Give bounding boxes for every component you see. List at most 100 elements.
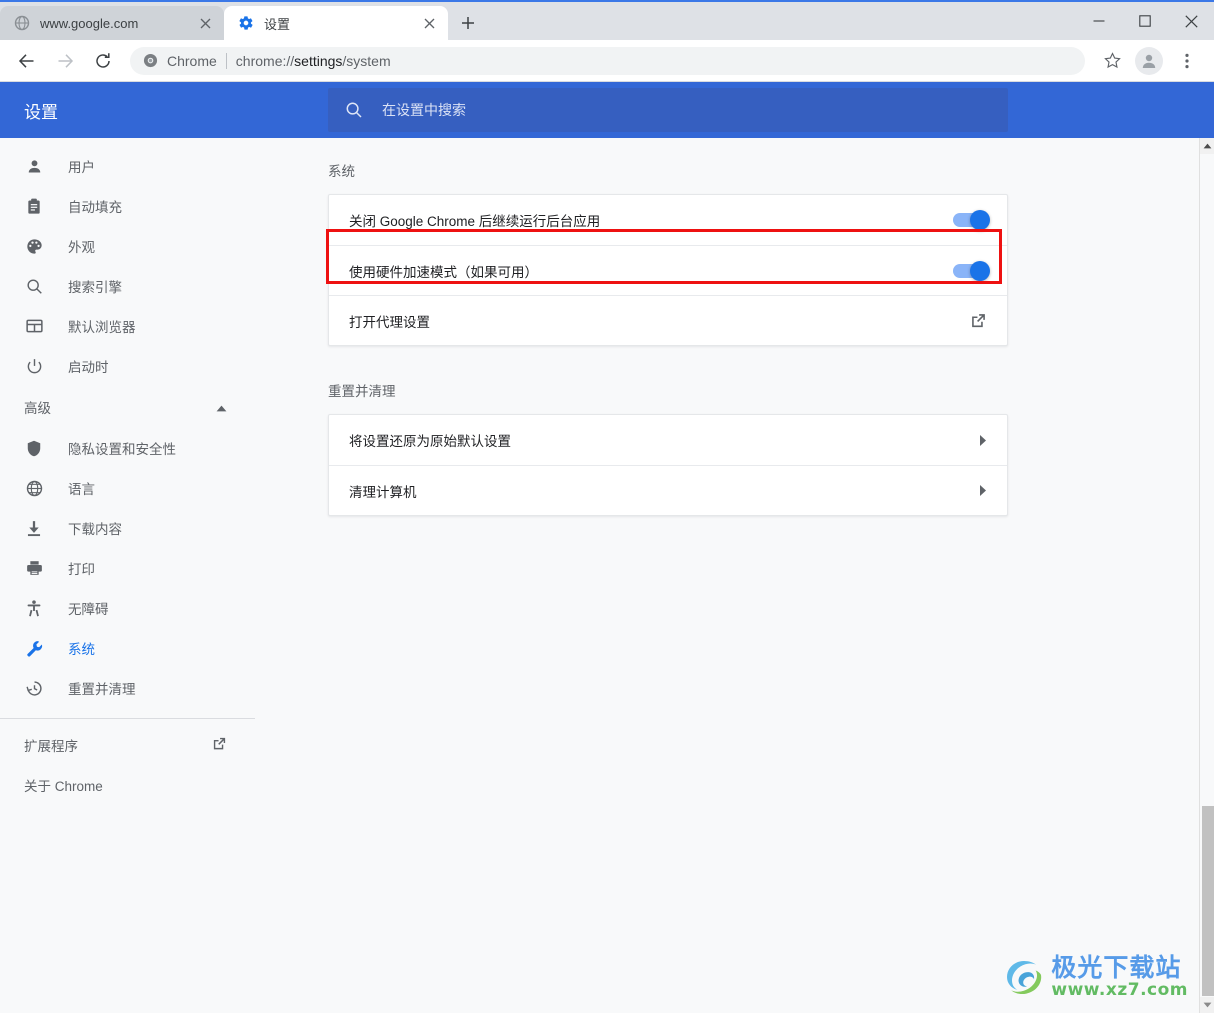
reset-cleanup-card: 将设置还原为原始默认设置 清理计算机 [328, 414, 1008, 516]
row-label: 打开代理设置 [349, 314, 430, 330]
chevron-up-icon [216, 400, 227, 415]
globe-icon [14, 15, 30, 31]
scroll-up-arrow-icon[interactable] [1200, 138, 1214, 154]
sidebar-item-reset-cleanup[interactable]: 重置并清理 [0, 668, 255, 708]
sidebar-item-label: 关于 Chrome [24, 779, 103, 794]
security-label: Chrome [167, 52, 217, 69]
sidebar-item-search-engine[interactable]: 搜索引擎 [0, 266, 255, 306]
search-icon [24, 276, 44, 296]
scroll-down-arrow-icon[interactable] [1200, 997, 1214, 1013]
chrome-menu-icon[interactable] [1171, 45, 1203, 77]
palette-icon [24, 236, 44, 256]
toggle-track [953, 260, 990, 281]
tab-title: www.google.com [40, 15, 139, 31]
sidebar-item-label: 默认浏览器 [68, 320, 136, 335]
reload-button[interactable] [87, 45, 119, 77]
printer-icon [24, 558, 44, 578]
row-hardware-acceleration[interactable]: 使用硬件加速模式（如果可用） [329, 245, 1007, 295]
system-settings-card: 关闭 Google Chrome 后继续运行后台应用 使用硬件加速模式（如果可用… [328, 194, 1008, 346]
section-title-system: 系统 [328, 164, 355, 179]
search-input[interactable]: 在设置中搜索 [328, 88, 1008, 132]
close-icon[interactable] [420, 14, 438, 32]
sidebar-item-languages[interactable]: 语言 [0, 468, 255, 508]
browser-toolbar: Chrome chrome://settings/system [0, 40, 1214, 82]
tab-settings[interactable]: 设置 [224, 6, 448, 40]
hardware-acceleration-toggle[interactable] [953, 260, 990, 281]
row-open-proxy-settings[interactable]: 打开代理设置 [329, 295, 1007, 345]
row-background-apps[interactable]: 关闭 Google Chrome 后继续运行后台应用 [329, 195, 1007, 245]
new-tab-button[interactable] [454, 9, 482, 37]
minimize-button[interactable] [1076, 2, 1122, 40]
sidebar-item-label: 外观 [68, 240, 95, 255]
toggle-knob [970, 210, 990, 230]
settings-main: 系统 关闭 Google Chrome 后继续运行后台应用 使用硬件加速模式（如… [256, 138, 1214, 1013]
gear-icon [238, 15, 254, 31]
watermark-text: 极光下载站 www.xz7.com [1051, 955, 1188, 999]
row-clean-computer[interactable]: 清理计算机 [329, 465, 1007, 515]
search-placeholder: 在设置中搜索 [382, 102, 466, 118]
sidebar-item-autofill[interactable]: 自动填充 [0, 186, 255, 226]
background-apps-toggle[interactable] [953, 210, 990, 230]
sidebar-item-accessibility[interactable]: 无障碍 [0, 588, 255, 628]
maximize-button[interactable] [1122, 2, 1168, 40]
clipboard-icon [24, 196, 44, 216]
sidebar-item-label: 系统 [68, 642, 95, 657]
chevron-right-icon[interactable] [978, 484, 987, 497]
url-host: settings [294, 52, 343, 69]
bookmark-star-icon[interactable] [1096, 45, 1128, 77]
accessibility-icon [24, 598, 44, 618]
sidebar-item-label: 用户 [68, 160, 95, 175]
sidebar-item-privacy-security[interactable]: 隐私设置和安全性 [0, 428, 255, 468]
sidebar-item-default-browser[interactable]: 默认浏览器 [0, 306, 255, 346]
tab-strip: www.google.com 设置 [0, 0, 1214, 40]
sidebar-section-advanced[interactable]: 高级 [0, 386, 255, 428]
sidebar-item-label: 隐私设置和安全性 [68, 442, 176, 457]
sidebar-item-users[interactable]: 用户 [0, 146, 255, 186]
omnibox-divider [225, 52, 227, 69]
close-button[interactable] [1168, 2, 1214, 40]
sidebar-item-extensions[interactable]: 扩展程序 [0, 725, 255, 765]
tab-title: 设置 [264, 16, 291, 32]
sidebar-item-label: 启动时 [68, 360, 109, 375]
power-icon [24, 356, 44, 376]
avatar[interactable] [1135, 46, 1163, 75]
shield-icon [24, 438, 44, 458]
watermark-title: 极光下载站 [1051, 953, 1182, 982]
row-label: 将设置还原为原始默认设置 [349, 434, 511, 449]
search-icon [344, 100, 364, 120]
sidebar-item-printing[interactable]: 打印 [0, 548, 255, 588]
back-button[interactable] [11, 45, 43, 77]
browser-window: www.google.com 设置 Chrome chrome:// setti… [0, 0, 1214, 1013]
sidebar-item-on-startup[interactable]: 启动时 [0, 346, 255, 386]
download-icon [24, 518, 44, 538]
chevron-right-icon[interactable] [978, 434, 987, 447]
sidebar-item-system[interactable]: 系统 [0, 628, 255, 668]
forward-button[interactable] [49, 45, 81, 77]
page-title: 设置 [24, 102, 58, 122]
vertical-scrollbar[interactable] [1199, 138, 1214, 1013]
watermark-logo-icon [1001, 956, 1047, 998]
history-restore-icon [24, 678, 44, 698]
watermark: 极光下载站 www.xz7.com [1001, 955, 1188, 999]
scrollbar-thumb[interactable] [1202, 806, 1214, 996]
toggle-track [953, 210, 990, 230]
sidebar-item-downloads[interactable]: 下载内容 [0, 508, 255, 548]
row-label: 关闭 Google Chrome 后继续运行后台应用 [349, 214, 601, 229]
sidebar-item-about-chrome[interactable]: 关于 Chrome [0, 765, 255, 805]
sidebar-item-label: 打印 [68, 562, 95, 577]
sidebar-item-label: 下载内容 [68, 522, 122, 537]
close-icon[interactable] [196, 14, 214, 32]
sidebar-item-label: 搜索引擎 [68, 280, 122, 295]
sidebar-item-label: 语言 [68, 482, 95, 497]
row-label: 使用硬件加速模式（如果可用） [349, 264, 538, 280]
row-restore-defaults[interactable]: 将设置还原为原始默认设置 [329, 415, 1007, 465]
tab-google[interactable]: www.google.com [0, 6, 224, 40]
settings-body: 用户 自动填充 外观 搜索引擎 默认浏览器 启动时 高级 隐私设置和安全性 语言… [0, 138, 1214, 1013]
row-label: 清理计算机 [349, 484, 417, 500]
section-title-reset: 重置并清理 [328, 384, 396, 399]
chrome-icon [142, 53, 158, 69]
sidebar-item-appearance[interactable]: 外观 [0, 226, 255, 266]
address-bar[interactable]: Chrome chrome://settings/system [130, 46, 1085, 75]
window-controls [1076, 2, 1214, 40]
external-link-icon[interactable] [970, 312, 987, 329]
